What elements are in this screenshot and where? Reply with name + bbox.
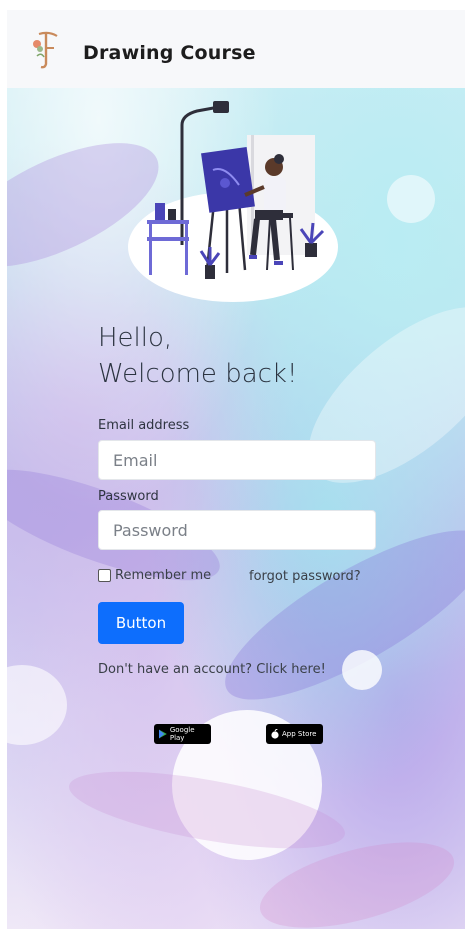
letter-f-logo-icon[interactable]: [31, 28, 61, 70]
marble-swirl: [342, 650, 382, 690]
marble-swirl: [387, 175, 435, 223]
app-store-label: App Store: [282, 730, 317, 738]
app-store-badge[interactable]: App Store: [266, 724, 323, 744]
app-frame: Drawing Course Hello, Welcome back! Emai…: [7, 10, 465, 929]
google-play-label: Google Play: [169, 726, 195, 742]
google-play-icon: [159, 729, 167, 739]
submit-button[interactable]: Button: [98, 602, 184, 644]
greeting-heading: Hello, Welcome back!: [98, 320, 297, 392]
brand-title[interactable]: Drawing Course: [83, 42, 256, 64]
email-field[interactable]: [98, 440, 376, 480]
forgot-password-link[interactable]: forgot password?: [249, 569, 361, 584]
remember-me-row: Remember me: [98, 568, 211, 583]
greeting-line-1: Hello,: [98, 323, 173, 353]
artist-painting-illustration: [128, 101, 338, 302]
password-label: Password: [98, 489, 159, 504]
navbar: Drawing Course: [7, 10, 465, 88]
email-label: Email address: [98, 418, 190, 433]
remember-me-checkbox[interactable]: [98, 569, 111, 582]
remember-me-label[interactable]: Remember me: [115, 568, 211, 583]
password-field[interactable]: [98, 510, 376, 550]
google-play-badge[interactable]: Google Play: [154, 724, 211, 744]
marble-swirl: [7, 665, 67, 745]
greeting-line-2: Welcome back!: [98, 359, 298, 389]
apple-icon: [271, 729, 279, 739]
signup-link[interactable]: Don't have an account? Click here!: [98, 662, 326, 677]
